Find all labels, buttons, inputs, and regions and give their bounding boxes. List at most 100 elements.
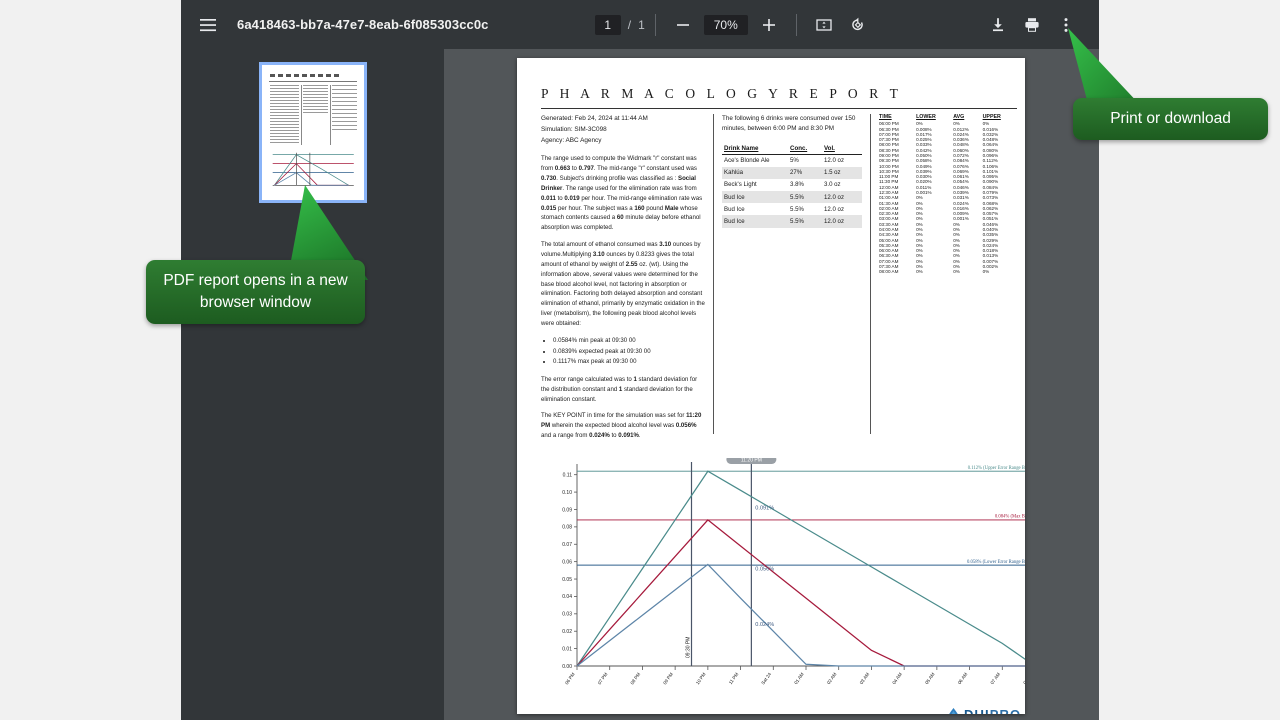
svg-text:03 AM: 03 AM xyxy=(859,672,871,686)
svg-text:0.03: 0.03 xyxy=(562,612,572,618)
table-cell: 27% xyxy=(788,166,822,179)
table-cell: 5% xyxy=(790,157,799,165)
svg-text:06 PM: 06 PM xyxy=(564,672,576,686)
drinks-body: Ace's Blonde Ale 5% 12.0 oz Kahlúa 27% 1.5 oz… xyxy=(722,154,862,228)
paragraph-key-point: The KEY POINT in time for the simulation… xyxy=(541,412,702,440)
meta-generated: Generated: Feb 24, 2024 at 11:44 AM xyxy=(541,115,648,122)
table-cell: Kahlúa xyxy=(722,166,788,179)
table-cell: Ace's Blonde Ale xyxy=(724,157,770,165)
pdf-page-1: P H A R M A C O L O G Y R E P O R T Gene… xyxy=(517,58,1025,714)
window-gutter-left xyxy=(0,0,181,720)
svg-text:06 AM: 06 AM xyxy=(957,672,969,686)
drinks-header-conc: Conc. xyxy=(788,142,822,155)
water-drop-icon xyxy=(949,708,958,714)
bac-table: TIME LOWER AVG UPPER 06:00 PM 0% 0% 0% 06:30… xyxy=(879,114,1017,275)
callout-pdf-report: PDF report opens in a new browser window xyxy=(146,260,365,324)
page-separator: / xyxy=(627,17,632,32)
svg-text:0.01: 0.01 xyxy=(562,646,572,652)
zoom-in-icon[interactable] xyxy=(752,8,786,42)
svg-text:09 PM: 09 PM xyxy=(662,672,674,686)
document-title: 6a418463-bb7a-47e7-8eab-6f085303cc0c xyxy=(237,17,489,32)
svg-text:0.08: 0.08 xyxy=(562,525,572,531)
table-cell: 12.0 oz xyxy=(824,157,844,165)
table-cell: 5.5% xyxy=(788,215,822,228)
logo-text: DUIPRO xyxy=(964,708,1025,715)
logo-accent: PRO xyxy=(989,706,1022,715)
report-column-drinks: The following 6 drinks were consumed ove… xyxy=(713,114,871,434)
table-row: 08:00 AM 0% 0% 0% xyxy=(879,269,1017,275)
zoom-level-value[interactable]: 70% xyxy=(703,14,748,35)
svg-text:10 PM: 10 PM xyxy=(695,672,707,686)
svg-text:0.056%: 0.056% xyxy=(755,566,774,572)
logo-main: DUI xyxy=(964,706,990,715)
svg-text:0.10: 0.10 xyxy=(562,490,572,496)
list-item: 0.0839% expected peak at 09:30 00 xyxy=(553,347,705,358)
title-rule xyxy=(541,108,1017,109)
bac-chart-svg: 0.00 0.01 0.02 0.03 0.04 0.05 0.06 0.07 0.08 0.09… xyxy=(562,455,1025,686)
paragraph-widmark: The range used to compute the Widmark "r… xyxy=(541,155,703,232)
svg-text:11:20 PM: 11:20 PM xyxy=(741,458,762,464)
report-title: P H A R M A C O L O G Y R E P O R T xyxy=(541,86,902,101)
table-cell: 1.5 oz xyxy=(822,166,862,179)
svg-text:0.06: 0.06 xyxy=(562,559,572,565)
page-number-input[interactable] xyxy=(594,14,621,35)
table-row: Kahlúa 27% 1.5 oz xyxy=(722,166,862,179)
table-cell: 08:00 AM xyxy=(879,269,899,275)
svg-text:01 AM: 01 AM xyxy=(793,672,805,686)
rotate-icon[interactable] xyxy=(841,8,875,42)
table-cell: 0% xyxy=(916,269,923,275)
print-icon[interactable] xyxy=(1015,8,1049,42)
table-cell: 3.0 oz xyxy=(824,181,841,189)
toolbar-divider-2 xyxy=(795,13,797,36)
drinks-intro: The following 6 drinks were consumed ove… xyxy=(722,115,856,132)
svg-text:08 PM: 08 PM xyxy=(630,672,642,686)
report-meta: Generated: Feb 24, 2024 at 11:44 AM Simu… xyxy=(541,114,705,146)
svg-text:07 PM: 07 PM xyxy=(597,672,609,686)
table-cell: 12.0 oz xyxy=(822,191,862,204)
svg-text:11 PM: 11 PM xyxy=(728,672,740,686)
duipro-logo: DUIPRO BLOOD ALCOHOL SIMULATOR xyxy=(946,707,1025,714)
svg-text:04 AM: 04 AM xyxy=(891,672,903,686)
report-column-narrative: Generated: Feb 24, 2024 at 11:44 AM Simu… xyxy=(541,114,713,439)
drinks-table: Drink Name Conc. Vol. Ace's Blonde Ale 5%… xyxy=(722,142,862,228)
report-columns: Generated: Feb 24, 2024 at 11:44 AM Simu… xyxy=(541,114,1017,439)
table-cell: Bud Ice xyxy=(722,191,788,204)
drinks-header-vol: Vol. xyxy=(822,142,862,155)
table-cell: Beck's Light xyxy=(724,181,757,189)
table-cell: 12.0 oz xyxy=(824,205,844,213)
table-cell: 5.5% xyxy=(790,205,804,213)
download-icon[interactable] xyxy=(981,8,1015,42)
table-cell: 0% xyxy=(982,269,990,275)
svg-text:08 AM: 08 AM xyxy=(1022,672,1025,686)
svg-text:0.11: 0.11 xyxy=(563,472,573,478)
svg-text:02 AM: 02 AM xyxy=(826,672,838,686)
svg-text:0.09: 0.09 xyxy=(562,507,572,513)
svg-text:05 AM: 05 AM xyxy=(924,672,936,686)
svg-text:0.084% (Max BAC): 0.084% (Max BAC) xyxy=(995,515,1025,520)
drinks-header-name: Drink Name xyxy=(722,142,788,155)
zoom-out-icon[interactable] xyxy=(666,8,700,42)
bac-body: 06:00 PM 0% 0% 0% 06:30 PM 0.008% 0.012% 0.016%… xyxy=(879,121,1017,275)
svg-text:0.05: 0.05 xyxy=(562,577,572,583)
svg-text:07 AM: 07 AM xyxy=(990,672,1002,686)
table-cell: Bud Ice xyxy=(724,205,745,213)
report-column-bac: TIME LOWER AVG UPPER 06:00 PM 0% 0% 0% 06:30… xyxy=(871,114,1017,434)
more-options-icon[interactable] xyxy=(1049,8,1083,42)
list-item: 0.0584% min peak at 09:30 00 xyxy=(553,336,705,347)
table-cell: 12.0 oz xyxy=(822,215,862,228)
svg-text:0.00: 0.00 xyxy=(562,664,572,670)
pdf-toolbar: 6a418463-bb7a-47e7-8eab-6f085303cc0c / 1… xyxy=(181,0,1099,49)
table-cell: 5.5% xyxy=(788,191,822,204)
table-cell: Bud Ice xyxy=(722,215,788,228)
svg-text:0.112% (Upper Error Range BAC): 0.112% (Upper Error Range BAC) xyxy=(968,466,1025,471)
hamburger-menu-icon[interactable] xyxy=(191,8,225,42)
table-row: Bud Ice 5.5% 12.0 oz xyxy=(722,203,862,215)
meta-simulation: Simulation: SIM-3C098 xyxy=(541,125,607,133)
toolbar-divider-1 xyxy=(654,13,656,36)
svg-text:09:30 PM: 09:30 PM xyxy=(686,637,692,658)
table-row: Bud Ice 5.5% 12.0 oz xyxy=(722,191,862,204)
fit-to-page-icon[interactable] xyxy=(807,8,841,42)
page-scroll-area[interactable]: P H A R M A C O L O G Y R E P O R T Gene… xyxy=(181,49,1099,720)
svg-text:Sat 24: Sat 24 xyxy=(760,671,772,685)
svg-text:0.058% (Lower Error Range BAC): 0.058% (Lower Error Range BAC) xyxy=(967,560,1025,565)
